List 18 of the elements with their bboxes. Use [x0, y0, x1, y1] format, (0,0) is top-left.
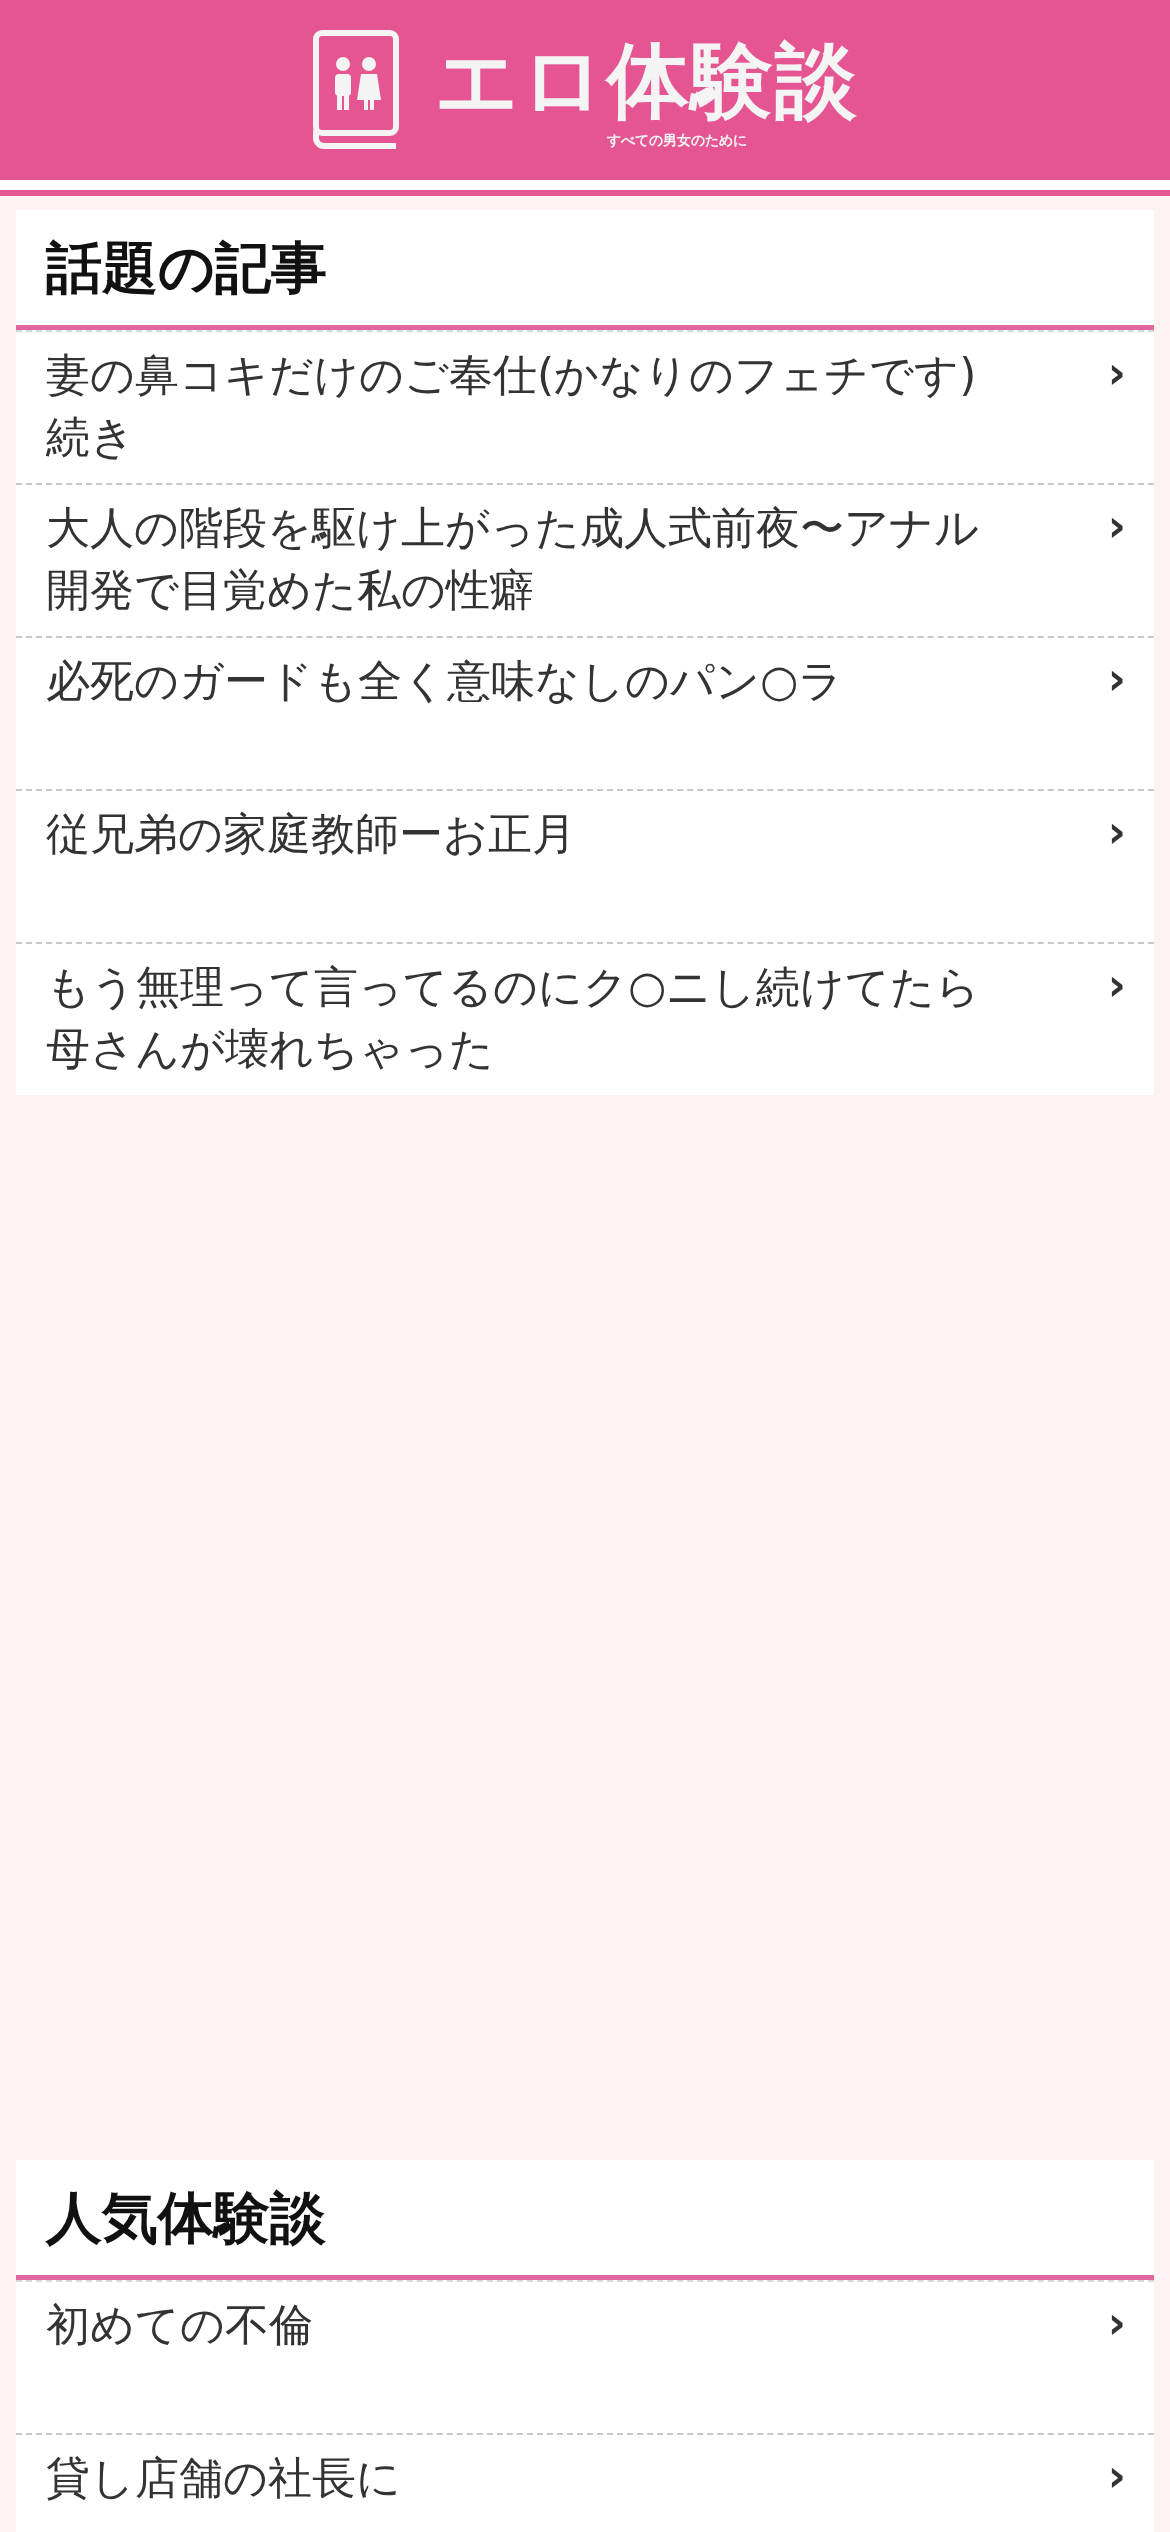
chevron-icon: › — [1107, 956, 1126, 1010]
chevron-icon: › — [1107, 497, 1126, 551]
chevron-icon: › — [1107, 2447, 1126, 2501]
section-heading: 話題の記事 — [16, 210, 1154, 330]
article-link[interactable]: 大人の階段を駆け上がった成人式前夜〜アナル開発で目覚めた私の性癖 › — [16, 483, 1154, 636]
site-tagline: すべての男女のために — [607, 131, 747, 149]
article-link[interactable]: 妻の鼻コキだけのご奉仕(かなりのフェチです)続き › — [16, 330, 1154, 483]
article-link[interactable]: 初めての不倫 › — [16, 2280, 1154, 2433]
chevron-icon: › — [1107, 650, 1126, 704]
chevron-icon: › — [1107, 2294, 1126, 2348]
book-icon — [311, 30, 399, 150]
article-link[interactable]: もう無理って言ってるのにク○ニし続けてたら母さんが壊れちゃった › — [16, 942, 1154, 1095]
chevron-icon: › — [1107, 344, 1126, 398]
article-link[interactable]: 従兄弟の家庭教師ーお正月 › — [16, 789, 1154, 942]
section-heading: 人気体験談 — [16, 2160, 1154, 2280]
article-link[interactable]: 貸し店舗の社長に › — [16, 2433, 1154, 2532]
chevron-icon: › — [1107, 803, 1126, 857]
article-link[interactable]: 必死のガードも全く意味なしのパン○ラ › — [16, 636, 1154, 789]
